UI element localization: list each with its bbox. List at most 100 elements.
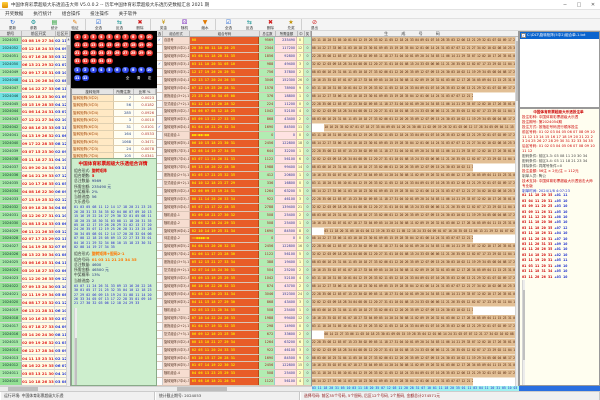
generated-ticket-row[interactable]: 10 16 25 35 02 07 01 07 18 27 33 04 09 0…: [312, 267, 518, 275]
toolbar-button[interactable]: ⚙ 参数: [23, 19, 44, 30]
table-row[interactable]: 2024038 05 11 18 27 31 04 10: [0, 156, 66, 164]
back-ball[interactable]: 10: [146, 67, 153, 74]
maximize-button[interactable]: □: [572, 0, 586, 10]
table-row[interactable]: 旋转矩阵(5中3) 56 0.0182: [72, 102, 156, 109]
front-ball[interactable]: 23: [90, 50, 97, 57]
generated-ticket-row[interactable]: 08 14 22 27 33 06 11 03 10 18 23 30 01 0…: [324, 331, 518, 339]
menu-item[interactable]: 关于软件: [114, 10, 142, 19]
generated-ticket-row[interactable]: 08 14 22 27 33 06 11 03 10 18 23 30 01 0…: [312, 283, 518, 291]
generated-ticket-row[interactable]: 32 02 12 03 09 18 28 34 04 08 05 12 20 2…: [312, 61, 518, 69]
generated-ticket-row[interactable]: 22 28 35 08 12 03 07 15 23 30 02 09 05 1…: [312, 196, 518, 204]
menu-item[interactable]: 投注操作: [85, 10, 113, 19]
generated-ticket-row[interactable]: 32 02 12 03 09 18 28 34 04 08 05 12 20 2…: [312, 347, 518, 355]
generated-ticket-row[interactable]: 03 11 18 20 31 05 10 01 04 12 19 26 33 0…: [312, 370, 518, 378]
generated-ticket-row[interactable]: 08 14 22 27 33 06 11 03 10 18 23 30 01 0…: [312, 93, 473, 101]
ball-panel-button[interactable]: 清: [134, 75, 143, 81]
generated-ticket-row[interactable]: 32 02 12 03 09 18 28 34 04 08 05 12 20 2…: [312, 251, 518, 259]
front-ball[interactable]: 16: [114, 42, 121, 49]
front-ball[interactable]: 27: [122, 50, 129, 57]
table-row[interactable]: 旋转矩阵(5中2)-1 28 30 08 11 18 20 25 2344 11…: [157, 45, 311, 53]
table-row[interactable]: 随机组合-1 01 09 16 21 27 30 32 508 25400 2 …: [157, 212, 311, 220]
scrollbar-thumb[interactable]: [516, 41, 518, 101]
generated-ticket-row[interactable]: 03 11 18 20 31 05 10 01 04 12 19 26 33 0…: [312, 275, 518, 283]
toolbar-button[interactable]: ▤ 统计: [44, 19, 65, 30]
generated-ticket-row[interactable]: 10 16 25 35 02 07 01 07 18 27 33 04 09 0…: [312, 172, 518, 180]
menu-item[interactable]: 开奖数据: [0, 10, 28, 19]
table-row[interactable]: 旋转矩阵(6中5) 1068 0.3471: [72, 139, 156, 146]
back-ball[interactable]: 1: [74, 67, 81, 74]
generated-ticket-row[interactable]: 03 11 18 20 31 05 10 01 04 12 19 26 33 0…: [312, 85, 518, 93]
table-row[interactable]: 2024023 01 12 20 26 35 09 12: [0, 275, 66, 283]
front-ball[interactable]: 18: [130, 42, 137, 49]
generated-ticket-row[interactable]: 08 03 06 16 25 31 04 11 05 10 18 27 33 0…: [312, 69, 518, 77]
front-ball[interactable]: 28: [130, 50, 137, 57]
ball-panel-button[interactable]: 定: [145, 75, 154, 81]
table-row[interactable]: 2024030 01 08 15 24 33 03 06: [0, 220, 66, 228]
generated-ticket-row[interactable]: 22 28 35 08 12 03 07 15 23 30 02 09 05 1…: [312, 243, 518, 251]
table-row[interactable]: 2024035 02 10 17 26 35 01 05: [0, 180, 66, 188]
front-ball[interactable]: 10: [146, 34, 153, 41]
front-ball[interactable]: 7: [122, 34, 129, 41]
table-row[interactable]: 旋转矩阵(5中4)-3 05 07 13 17 22 28 35 2788 13…: [157, 204, 311, 212]
table-row[interactable]: ✓ 旋转矩阵(5中3)-1 03 11 18 20 31 05 10 988 4…: [157, 61, 311, 69]
generated-ticket-row[interactable]: 08 03 06 16 25 31 04 11 05 10 18 27 33 0…: [312, 259, 518, 267]
table-row[interactable]: 旋转矩阵(5中2)-6 08 13 18 21 27 29 34 1264 63…: [157, 339, 311, 347]
back-ball[interactable]: 12: [82, 75, 89, 82]
table-row[interactable]: 旋转矩阵(5中2)-4 02 06 09 15 19 24 31 1264 63…: [157, 188, 311, 196]
table-row[interactable]: 2024051 01 07 16 28 35 03 12: [0, 53, 66, 61]
front-ball[interactable]: 2: [82, 34, 89, 41]
generated-ticket-row[interactable]: 32 02 12 03 09 18 28 34 04 08 05 12 20 2…: [312, 204, 518, 212]
checkbox-icon[interactable]: ✓: [521, 33, 526, 38]
table-row[interactable]: 复式组合(7+3)-1 06 09 12 16 23 25 30 672 336…: [157, 331, 311, 339]
back-ball[interactable]: 6: [114, 67, 121, 74]
back-ball[interactable]: 9: [138, 67, 145, 74]
generated-ticket-row[interactable]: 03 11 18 20 31 05 10 01 04 12 19 26 33 0…: [312, 37, 518, 45]
table-row[interactable]: 旋转矩阵(5中3)-5 02 05 11 20 24 33 35 922 461…: [157, 347, 311, 355]
table-row[interactable]: 2024022 07 09 15 24 30 03 10: [0, 283, 66, 291]
front-ball[interactable]: 4: [98, 34, 105, 41]
table-row[interactable]: 旋转矩阵(6中5)-2 04 08 13 20 26 32 35 2456 12…: [157, 243, 311, 251]
detail-scrollbar[interactable]: [74, 308, 77, 386]
generated-ticket-row[interactable]: 08 14 22 27 33 06 11 03 10 18 23 30 01 0…: [312, 235, 473, 243]
table-row[interactable]: 2024026 08 13 22 30 34 01 08: [0, 251, 66, 259]
table-row[interactable]: 旋转矩阵(7中5)-2 07 10 14 22 24 26 33 1988 99…: [157, 315, 311, 323]
table-row[interactable]: 2024034 04 08 16 22 30 06 09: [0, 188, 66, 196]
table-row[interactable]: 2024014 06 12 17 28 34 05 09: [0, 347, 66, 355]
toolbar-button[interactable]: ⇆ 反选: [109, 19, 130, 30]
generated-ticket-row[interactable]: 10 16 25 35 02 07 01 07 18 27 33 04 09 0…: [312, 220, 518, 228]
generated-ticket-row[interactable]: 22 28 35 08 12 03 07 15 23 30 02 09 05 1…: [312, 53, 518, 61]
generated-ticket-row[interactable]: 08 14 22 27 33 06 11 03 10 18 23 30 01 0…: [312, 45, 518, 53]
table-row[interactable]: 复式组合(8+2)-1 04 10 12 18 23 27 29 336 168…: [157, 180, 311, 188]
scroll-up-icon[interactable]: ▲: [67, 37, 70, 41]
table-row[interactable]: 2024024 05 10 18 27 33 02 06: [0, 267, 66, 275]
table-row[interactable]: 2024047 08 14 22 27 33 06 11: [0, 85, 66, 93]
table-row[interactable]: 胆拖组合(3+3)-1 05 12 15 21 27 33 34 388 194…: [157, 259, 311, 267]
table-row[interactable]: 2024029 06 11 21 26 35 05 12: [0, 228, 66, 236]
table-row[interactable]: 2024045 05 15 19 28 35 04 12: [0, 101, 66, 109]
front-ball[interactable]: 29: [138, 50, 145, 57]
generated-ticket-row[interactable]: 08 14 22 27 33 06 11 03 10 18 23 30 01 0…: [312, 378, 473, 386]
generated-ticket-row[interactable]: 22 28 35 08 12 03 07 15 23 30 02 09 05 1…: [312, 101, 518, 109]
scrollbar-thumb[interactable]: [523, 290, 525, 360]
front-ball[interactable]: 24: [98, 50, 105, 57]
front-ball[interactable]: 8: [130, 34, 137, 41]
table-row[interactable]: 复式组合(7+2)-1 01 12 14 17 20 28 32 224 112…: [157, 101, 311, 109]
generated-ticket-row[interactable]: 08 03 06 16 25 31 04 11 05 10 18 27 33 0…: [312, 355, 518, 363]
table-row[interactable]: 旋转矩阵(5中3)-2 12 17 19 26 28 29 31 756 378…: [157, 69, 311, 77]
table-row[interactable]: 2024033 07 13 19 25 32 02 12: [0, 196, 66, 204]
table-row[interactable]: 待定组合-2 ○○●●●●○● 0 0 0 0: [157, 235, 311, 243]
table-row[interactable]: 2024016 05 14 20 24 30 08 11: [0, 331, 66, 339]
front-ball[interactable]: 31: [74, 58, 81, 65]
table-row[interactable]: 2024052 05 12 18 24 33 04 09: [0, 45, 66, 53]
front-ball[interactable]: 33: [90, 58, 97, 65]
back-ball[interactable]: 7: [122, 67, 129, 74]
table-row[interactable]: 随机组合-3 02 05 13 21 28 34 35 508 25400 1 …: [157, 307, 311, 315]
table-row[interactable]: 旋转矩阵(5中2)-2 03 08 11 18 20 31 35 1856 92…: [157, 53, 311, 61]
table-row[interactable]: 旋转矩阵(5中2)-3 04 06 07 08 12 18 25 1042 52…: [157, 108, 311, 116]
back-ball[interactable]: 8: [130, 67, 137, 74]
generated-ticket-row[interactable]: 08 03 06 16 25 31 04 11 05 10 18 27 33 0…: [312, 307, 473, 315]
table-row[interactable]: 2024011 03 05 13 21 30 04 10: [0, 370, 66, 378]
front-ball[interactable]: 32: [82, 58, 89, 65]
front-ball[interactable]: 34: [98, 58, 105, 65]
toolbar-button[interactable]: ⊘ 退出: [304, 19, 325, 30]
